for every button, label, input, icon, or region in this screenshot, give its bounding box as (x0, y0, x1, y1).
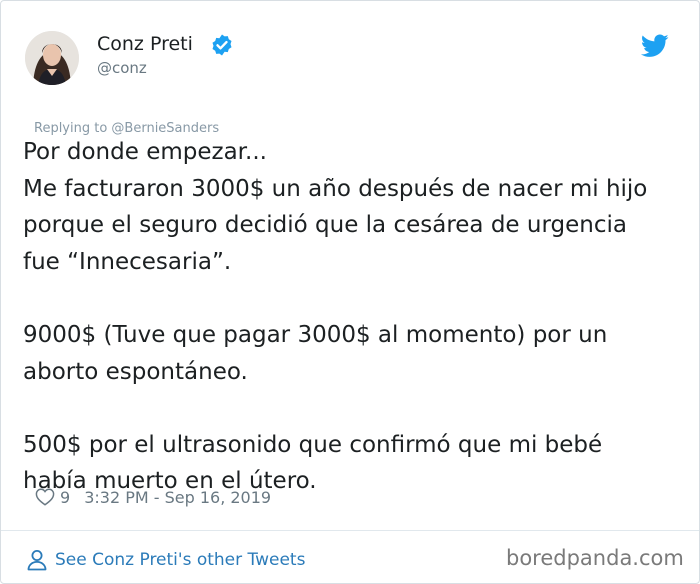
tweet-text: Por donde empezar... Me facturaron 3000$… (23, 134, 691, 500)
tweet-line: 500$ por el ultrasonido que confirmó que… (23, 431, 603, 458)
tweet-meta: 9 3:32 PM - Sep 16, 2019 (35, 486, 271, 508)
author-handle[interactable]: @conz (97, 59, 147, 77)
tweet-card: Conz Preti @conz Replying to @BernieSand… (0, 0, 700, 584)
see-other-tweets-label[interactable]: See Conz Preti's other Tweets (55, 550, 305, 570)
verified-badge-icon (212, 34, 232, 56)
tweet-line: aborto espontáneo. (23, 358, 248, 385)
person-icon (27, 550, 47, 571)
heart-icon[interactable] (35, 488, 55, 506)
tweet-line: Me facturaron 3000$ un año después de na… (23, 175, 648, 202)
tweet-line: fue “Innecesaria”. (23, 248, 232, 275)
watermark-text: boredpanda.com (506, 546, 684, 570)
tweet-line: porque el seguro decidió que la cesárea … (23, 212, 627, 239)
tweet-timestamp[interactable]: 3:32 PM - Sep 16, 2019 (84, 488, 271, 507)
divider (1, 530, 699, 531)
author-name[interactable]: Conz Preti (97, 33, 193, 55)
see-other-tweets-link[interactable]: See Conz Preti's other Tweets (27, 547, 305, 573)
tweet-line: Por donde empezar... (23, 139, 267, 165)
tweet-line: 9000$ (Tuve que pagar 3000$ al momento) … (23, 321, 608, 348)
avatar[interactable] (25, 31, 79, 85)
twitter-bird-icon[interactable] (641, 34, 669, 58)
like-count[interactable]: 9 (60, 488, 70, 507)
avatar-image (25, 31, 79, 85)
